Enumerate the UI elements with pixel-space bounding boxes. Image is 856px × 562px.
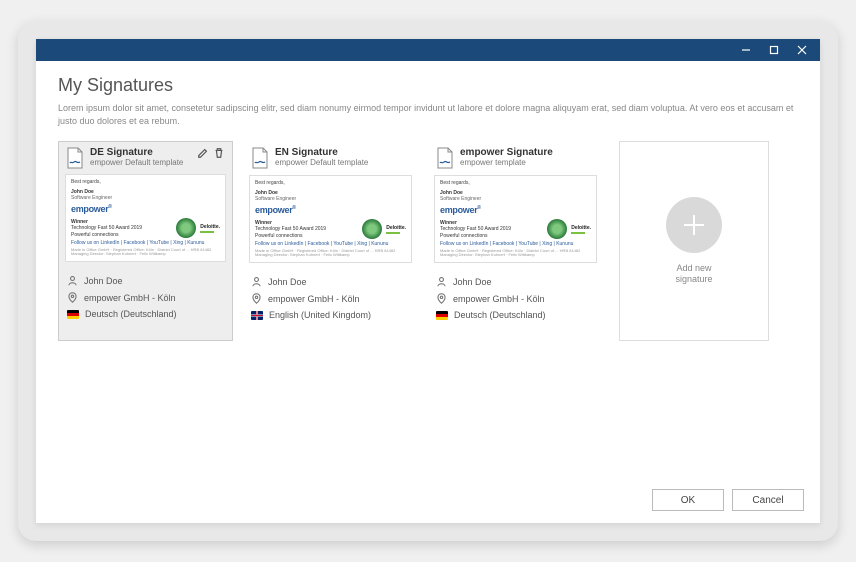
preview-legal: Made in Office GmbH · Registered Office:… [255,249,406,258]
signature-card[interactable]: EN Signature empower Default template Be… [243,141,418,341]
signature-template: empower Default template [275,158,410,167]
signature-card[interactable]: empower Signature empower template Best … [428,141,603,341]
signature-card[interactable]: DE Signature empower Default template Be… [58,141,233,341]
device-frame: My Signatures Lorem ipsum dolor sit amet… [18,21,838,541]
preview-award-sub: Powerful connections [255,233,358,240]
signature-preview: Best regards, John Doe Software Engineer… [249,175,412,263]
document-icon [436,147,454,169]
meta-language: Deutsch (Deutschland) [436,307,595,323]
award-badge-icon [176,218,196,238]
delete-icon[interactable] [213,147,225,159]
signature-preview: Best regards, John Doe Software Engineer… [434,175,597,263]
green-bar-icon [571,232,585,234]
signature-name: EN Signature [275,147,410,158]
meta-language: English (United Kingdom) [251,307,410,323]
preview-award-sub: Powerful connections [71,232,172,239]
card-meta: John Doe empower GmbH - Köln Deutsch (De… [428,269,603,331]
meta-company: empower GmbH - Köln [67,289,224,306]
titlebar [36,39,820,61]
preview-social: Follow us on LinkedIn | Facebook | YouTu… [440,241,591,248]
preview-deloitte: Deloitte. [200,224,220,231]
signature-name: DE Signature [90,147,191,158]
card-meta: John Doe empower GmbH - Köln Deutsch (De… [59,268,232,330]
location-icon [67,292,78,303]
meta-company: empower GmbH - Köln [251,290,410,307]
preview-legal: Made in Office GmbH · Registered Office:… [71,248,220,257]
card-meta: John Doe empower GmbH - Köln English (Un… [243,269,418,331]
preview-deloitte: Deloitte. [571,225,591,232]
preview-sender-role: Software Engineer [255,196,406,203]
signature-template: empower Default template [90,158,191,167]
maximize-button[interactable] [760,39,788,61]
meta-user-text: John Doe [84,276,123,286]
dialog-footer: OK Cancel [36,481,820,523]
minimize-button[interactable] [732,39,760,61]
card-header: EN Signature empower Default template [243,141,418,173]
preview-social: Follow us on LinkedIn | Facebook | YouTu… [71,240,220,247]
person-icon [67,275,78,286]
add-signature-card[interactable]: Add new signature [619,141,769,341]
preview-brand: empower® [71,204,220,216]
meta-company-text: empower GmbH - Köln [84,293,176,303]
preview-sender-role: Software Engineer [440,196,591,203]
meta-user-text: John Doe [268,277,307,287]
page-title: My Signatures [58,75,798,96]
meta-language: Deutsch (Deutschland) [67,306,224,322]
preview-greeting: Best regards, [71,179,220,186]
flag-de-icon [67,310,79,319]
preview-deloitte: Deloitte. [386,225,406,232]
preview-sender-role: Software Engineer [71,195,220,202]
add-circle [666,197,722,253]
document-icon [66,147,84,169]
person-icon [251,276,262,287]
meta-company: empower GmbH - Köln [436,290,595,307]
green-bar-icon [200,231,214,233]
card-header: empower Signature empower template [428,141,603,173]
meta-user: John Doe [436,273,595,290]
ok-button[interactable]: OK [652,489,724,511]
plus-icon [679,210,709,240]
close-icon [797,45,807,55]
meta-language-text: Deutsch (Deutschland) [85,309,177,319]
person-icon [436,276,447,287]
meta-company-text: empower GmbH - Köln [453,294,545,304]
meta-language-text: English (United Kingdom) [269,310,371,320]
location-icon [436,293,447,304]
signature-template: empower template [460,158,595,167]
meta-language-text: Deutsch (Deutschland) [454,310,546,320]
edit-icon[interactable] [197,147,209,159]
meta-user-text: John Doe [453,277,492,287]
close-button[interactable] [788,39,816,61]
document-icon [251,147,269,169]
award-badge-icon [362,219,382,239]
content-area: My Signatures Lorem ipsum dolor sit amet… [36,61,820,481]
preview-legal: Made in Office GmbH · Registered Office:… [440,249,591,258]
green-bar-icon [386,232,400,234]
preview-greeting: Best regards, [440,180,591,187]
preview-brand: empower® [255,205,406,217]
award-badge-icon [547,219,567,239]
flag-uk-icon [251,311,263,320]
meta-user: John Doe [251,273,410,290]
preview-greeting: Best regards, [255,180,406,187]
cancel-button[interactable]: Cancel [732,489,804,511]
maximize-icon [769,45,779,55]
signature-preview: Best regards, John Doe Software Engineer… [65,174,226,262]
preview-social: Follow us on LinkedIn | Facebook | YouTu… [255,241,406,248]
add-label: Add new signature [664,263,724,286]
preview-brand: empower® [440,205,591,217]
location-icon [251,293,262,304]
signature-name: empower Signature [460,147,595,158]
preview-award-sub: Powerful connections [440,233,543,240]
signature-cards-row: DE Signature empower Default template Be… [58,141,798,341]
meta-user: John Doe [67,272,224,289]
meta-company-text: empower GmbH - Köln [268,294,360,304]
minimize-icon [741,45,751,55]
card-header: DE Signature empower Default template [59,142,232,172]
page-description: Lorem ipsum dolor sit amet, consetetur s… [58,102,798,127]
flag-de-icon [436,311,448,320]
dialog-window: My Signatures Lorem ipsum dolor sit amet… [36,39,820,523]
